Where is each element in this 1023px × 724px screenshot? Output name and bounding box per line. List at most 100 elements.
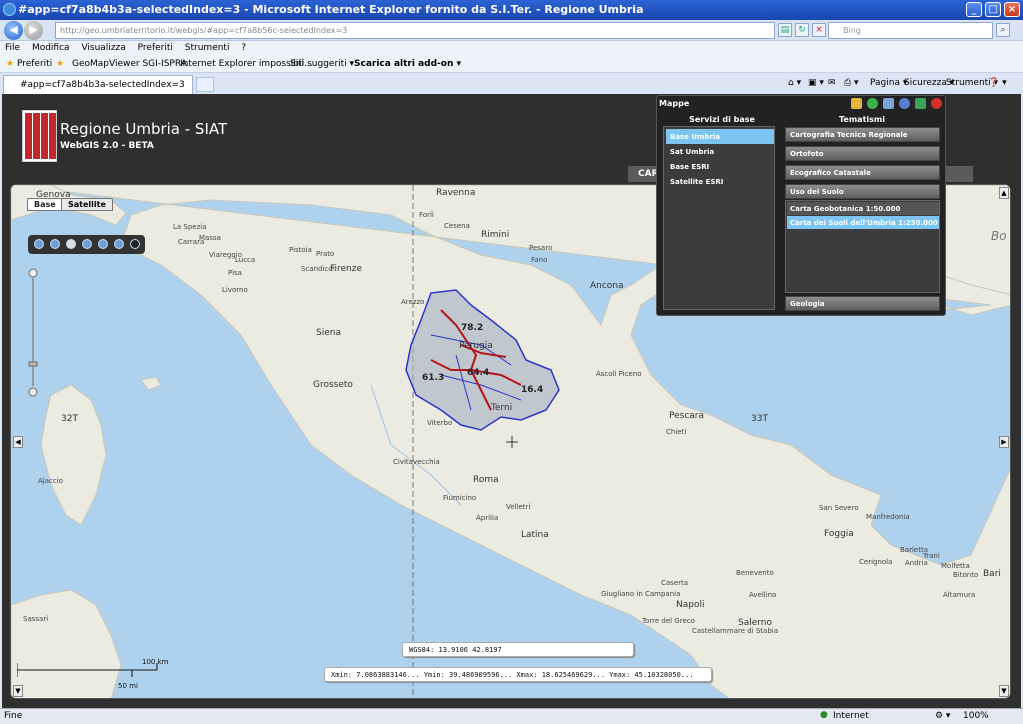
label-fiumicino: Fiumicino xyxy=(443,494,477,502)
column-themes: Tematismi xyxy=(839,115,885,124)
pan-right-icon[interactable]: ▶ xyxy=(999,436,1009,448)
add-layer-icon[interactable] xyxy=(867,98,878,109)
menu-visualizza[interactable]: Visualizza xyxy=(81,43,125,53)
theme-uso-suolo[interactable]: Uso del Suolo xyxy=(785,184,940,199)
favorites-button[interactable]: ★ Preferiti xyxy=(6,59,52,69)
label-carrara: Carrara xyxy=(178,238,205,246)
menu-help[interactable]: ? xyxy=(241,43,246,53)
zoom-in-icon[interactable] xyxy=(34,239,44,249)
zoom-out-icon[interactable] xyxy=(50,239,60,249)
search-icon[interactable]: ⌕ xyxy=(996,23,1010,37)
region-value-3: 61.3 xyxy=(422,373,445,383)
label-foggia: Foggia xyxy=(824,529,854,539)
sub-carta-geobotanica[interactable]: Carta Geobotanica 1:50.000 xyxy=(787,202,939,215)
pan-down-right-icon[interactable]: ▼ xyxy=(999,685,1009,697)
mail-icon[interactable]: ✉ xyxy=(828,78,836,88)
menu-file[interactable]: File xyxy=(5,43,20,53)
label-aprilia: Aprilia xyxy=(476,514,499,522)
elba-island xyxy=(140,376,162,391)
cmd-pagina[interactable]: Pagina ▾ xyxy=(870,78,907,88)
print-icon[interactable]: ⎙ ▾ xyxy=(844,78,859,88)
label-caserta: Caserta xyxy=(661,579,689,587)
status-bar: Fine ● Internet ⚙ ▾ 100% xyxy=(0,708,1023,724)
base-item-umbria[interactable]: Base Umbria xyxy=(666,129,774,144)
close-button[interactable]: × xyxy=(1004,2,1020,17)
theme-cartografia[interactable]: Cartografia Tecnica Regionale xyxy=(785,127,940,142)
label-cesena: Cesena xyxy=(444,222,470,230)
fav-scarica-addon[interactable]: Scarica altri add-on ▾ xyxy=(354,59,461,69)
window-title-bar[interactable]: #app=cf7a8b4b3a-selectedIndex=3 - Micros… xyxy=(0,0,1023,20)
label-pisa: Pisa xyxy=(228,269,242,277)
label-torre: Torre del Greco xyxy=(642,617,695,625)
label-bitonto: Bitonto xyxy=(953,571,979,579)
region-value-4: 16.4 xyxy=(521,385,544,395)
base-item-sat-umbria[interactable]: Sat Umbria xyxy=(666,144,774,159)
maps-panel: Mappe Servizi di base Tematismi Base Umb… xyxy=(656,95,946,316)
layers-icon[interactable] xyxy=(883,98,894,109)
compat-view-icon[interactable]: ▤ xyxy=(778,23,792,37)
label-velletri: Velletri xyxy=(506,503,531,511)
map-toolbar xyxy=(28,235,145,254)
window-title: #app=cf7a8b4b3a-selectedIndex=3 - Micros… xyxy=(18,3,644,16)
tab-cartografia[interactable]: CAR xyxy=(628,166,659,182)
protected-mode-icon[interactable]: ⚙ ▾ xyxy=(935,711,950,721)
label-rimini: Rimini xyxy=(481,230,510,240)
stop-icon[interactable]: × xyxy=(812,23,826,37)
menu-modifica[interactable]: Modifica xyxy=(32,43,70,53)
address-toolbar: ◀ ▶ http://geo.umbriaterritorio.it/webgi… xyxy=(0,20,1023,41)
theme-geologia[interactable]: Geologia xyxy=(785,296,940,311)
fav-geomapviewer[interactable]: GeoMapViewer SGI-ISPRA xyxy=(72,59,187,69)
base-services-list: Base Umbria Sat Umbria Base ESRI Satelli… xyxy=(663,126,775,310)
zoom-slider[interactable] xyxy=(28,268,38,398)
cmd-help[interactable]: ❓ ▾ xyxy=(988,78,1007,88)
history-back-icon[interactable] xyxy=(98,239,108,249)
label-pistoia: Pistoia xyxy=(289,246,312,254)
menu-preferiti[interactable]: Preferiti xyxy=(138,43,173,53)
pan-up-right-icon[interactable]: ▲ xyxy=(999,187,1009,199)
maximize-button[interactable]: □ xyxy=(985,2,1001,17)
zoom-extent-icon[interactable] xyxy=(82,239,92,249)
panel-title: Mappe xyxy=(659,99,690,108)
base-item-satellite-esri[interactable]: Satellite ESRI xyxy=(666,174,774,189)
fav-siti-suggeriti[interactable]: Siti suggeriti ▾ xyxy=(290,59,354,69)
tab-row: #app=cf7a8b4b3a-selectedIndex=3 ⌂ ▾ ▣ ▾ … xyxy=(0,73,1023,94)
refresh-icon[interactable]: ↻ xyxy=(795,23,809,37)
panel-close-icon[interactable] xyxy=(931,98,942,109)
label-pesaro: Pesaro xyxy=(529,244,553,252)
settings-icon[interactable] xyxy=(899,98,910,109)
expand-icon[interactable] xyxy=(915,98,926,109)
feeds-icon[interactable]: ▣ ▾ xyxy=(808,78,824,88)
search-input[interactable]: Bing xyxy=(828,22,993,39)
label-utm-33t: 33T xyxy=(751,414,768,424)
label-perugia: Perugia xyxy=(459,341,493,351)
back-button[interactable]: ◀ xyxy=(4,21,23,40)
pan-left-icon[interactable]: ◀ xyxy=(13,436,23,448)
browser-tab[interactable]: #app=cf7a8b4b3a-selectedIndex=3 xyxy=(3,75,193,94)
pan-hand-icon[interactable] xyxy=(66,239,76,249)
label-firenze: Firenze xyxy=(330,264,363,274)
label-livorno: Livorno xyxy=(222,286,248,294)
theme-ecografico[interactable]: Ecografico Catastale xyxy=(785,165,940,180)
theme-ortofoto[interactable]: Ortofoto xyxy=(785,146,940,161)
label-prato: Prato xyxy=(316,250,335,258)
label-chieti: Chieti xyxy=(666,428,687,436)
address-input[interactable]: http://geo.umbriaterritorio.it/webgis/#a… xyxy=(55,22,775,39)
tab-extra[interactable] xyxy=(945,166,973,182)
zoom-level[interactable]: 100% xyxy=(963,711,989,721)
scale-mi: 50 mi xyxy=(118,682,138,690)
base-item-esri[interactable]: Base ESRI xyxy=(666,159,774,174)
history-forward-icon[interactable] xyxy=(114,239,124,249)
menu-strumenti[interactable]: Strumenti xyxy=(185,43,230,53)
add-favorite-icon[interactable]: ★ xyxy=(56,59,64,69)
sub-carta-suoli[interactable]: Carta dei Suoli dell'Umbria 1:250.000 xyxy=(787,216,939,229)
new-tab-button[interactable] xyxy=(196,77,214,92)
label-molfetta: Molfetta xyxy=(941,562,970,570)
label-bosnia: Bo xyxy=(991,229,1007,243)
home-icon[interactable]: ⌂ ▾ xyxy=(788,78,801,88)
forward-button[interactable]: ▶ xyxy=(24,21,43,40)
label-la-spezia: La Spezia xyxy=(173,223,207,231)
label-cerignola: Cerignola xyxy=(859,558,893,566)
minimize-button[interactable]: _ xyxy=(966,2,982,17)
folder-icon[interactable] xyxy=(851,98,862,109)
info-icon[interactable] xyxy=(130,239,140,249)
